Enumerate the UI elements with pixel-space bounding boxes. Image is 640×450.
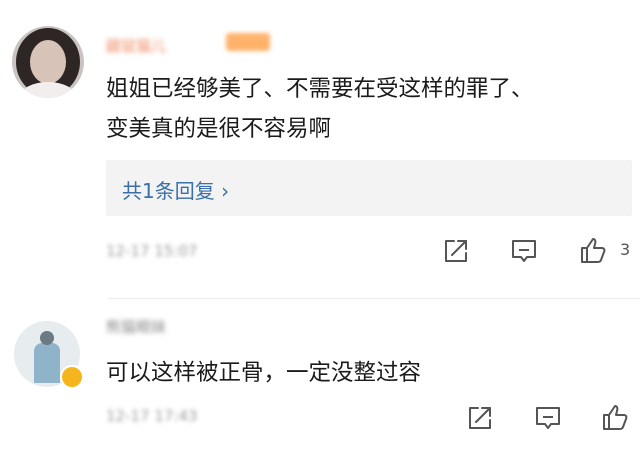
comment-item: 熊猫眼妹 可以这样被正骨，一定没整过容 12-17 17:43 <box>0 299 640 450</box>
comment-text: 姐姐已经够美了、不需要在受这样的罪了、 变美真的是很不容易啊 <box>106 69 626 149</box>
like-count: 3 <box>620 240 631 259</box>
comment-icon <box>536 407 560 429</box>
like-button[interactable] <box>578 234 610 266</box>
avatar-head <box>40 331 54 345</box>
comment-icon <box>512 240 536 262</box>
comment-text-line: 姐姐已经够美了、不需要在受这样的罪了、 <box>106 76 534 102</box>
avatar[interactable] <box>12 26 84 98</box>
username[interactable]: 熊猫眼妹 <box>106 316 166 337</box>
username[interactable]: 鼹鼠猫儿 <box>106 35 166 56</box>
comment-button[interactable] <box>532 402 564 434</box>
reply-preview-box[interactable]: 共1条回复 › <box>106 160 632 216</box>
comment-item: 鼹鼠猫儿 姐姐已经够美了、不需要在受这样的罪了、 变美真的是很不容易啊 共1条回… <box>0 0 640 298</box>
share-button[interactable] <box>440 235 472 267</box>
comment-text: 可以这样被正骨，一定没整过容 <box>106 360 422 386</box>
verified-badge-icon <box>60 365 84 389</box>
share-icon <box>445 240 467 262</box>
comment-timestamp: 12-17 17:43 <box>106 407 198 425</box>
comment-timestamp: 12-17 15:07 <box>106 242 198 260</box>
comment-button[interactable] <box>508 235 540 267</box>
share-button[interactable] <box>464 402 496 434</box>
user-badge <box>226 33 270 51</box>
avatar-body <box>34 343 60 383</box>
view-replies-link[interactable]: 共1条回复 › <box>122 175 229 204</box>
like-button[interactable] <box>600 401 632 433</box>
avatar-face <box>30 40 66 84</box>
share-icon <box>469 407 491 429</box>
comment-text-line: 变美真的是很不容易啊 <box>106 116 332 142</box>
thumbs-up-icon <box>581 238 606 263</box>
thumbs-up-icon <box>603 405 628 430</box>
